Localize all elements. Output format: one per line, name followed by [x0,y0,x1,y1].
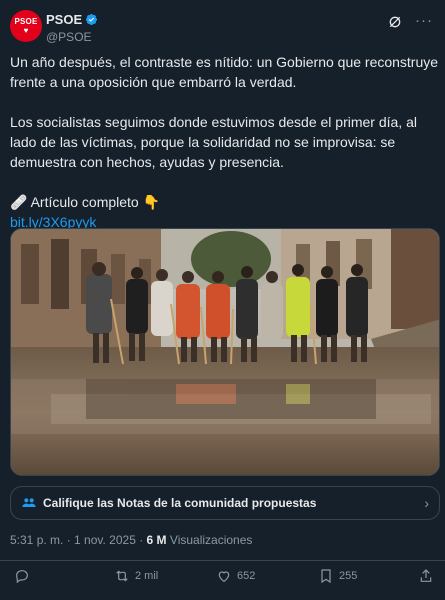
display-name[interactable]: PSOE [46,12,98,27]
handle[interactable]: @PSOE [46,30,98,44]
retweet-button[interactable]: 2 mil [114,568,158,584]
divider [0,560,445,561]
tweet-date[interactable]: 1 nov. 2025 [74,533,136,547]
retweet-icon [116,570,128,582]
views-count: 6 M [146,533,167,547]
reply-icon [16,570,28,584]
community-notes-card[interactable]: Califique las Notas de la comunidad prop… [10,486,440,520]
share-button[interactable] [418,568,434,584]
flood-cleanup-photo-icon [11,229,439,475]
tweet-paragraph-2: Los socialistas seguimos donde estuvimos… [10,114,417,170]
article-label: Artículo completo [30,194,139,210]
verified-badge-icon [86,13,98,26]
bandage-emoji-icon: 🩹 [10,194,28,210]
tweet-paragraph-1: Un año después, el contraste es nítido: … [10,54,439,90]
community-notes-label: Califique las Notas de la comunidad prop… [43,496,317,510]
heart-icon [218,571,230,583]
action-bar: 2 mil 652 255 [0,568,445,590]
retweet-count: 2 mil [135,570,159,582]
meta-separator: · [63,533,75,547]
tweet-meta: 5:31 p. m. · 1 nov. 2025 · 6 M Visualiza… [10,533,252,547]
community-notes-icon [22,498,36,507]
views-label: Visualizaciones [169,533,253,547]
chevron-right-icon: › [424,495,429,511]
tweet-time[interactable]: 5:31 p. m. [10,533,63,547]
more-options-icon[interactable]: ··· [415,12,433,29]
tweet-photo[interactable] [10,228,440,476]
tweet-header: PSOE ♥ PSOE @PSOE ··· [10,10,435,46]
like-button[interactable]: 652 [216,568,255,584]
meta-separator: · [135,533,147,547]
bookmark-icon [321,569,331,584]
avatar[interactable]: PSOE ♥ [10,10,42,42]
author-info: PSOE @PSOE [46,12,98,44]
reply-button[interactable] [14,568,35,584]
article-line: 🩹 Artículo completo 👇 [10,192,440,212]
bookmark-button[interactable]: 255 [318,568,357,584]
pointing-down-emoji-icon: 👇 [142,194,161,210]
display-name-text: PSOE [46,12,83,27]
share-icon [420,569,432,582]
heart-icon: ♥ [23,25,29,35]
like-count: 652 [237,570,256,582]
grok-icon[interactable] [387,14,403,30]
tweet-body: Un año después, el contraste es nítido: … [10,52,440,232]
bookmark-count: 255 [339,570,358,582]
avatar-logo-text: PSOE [14,16,38,26]
